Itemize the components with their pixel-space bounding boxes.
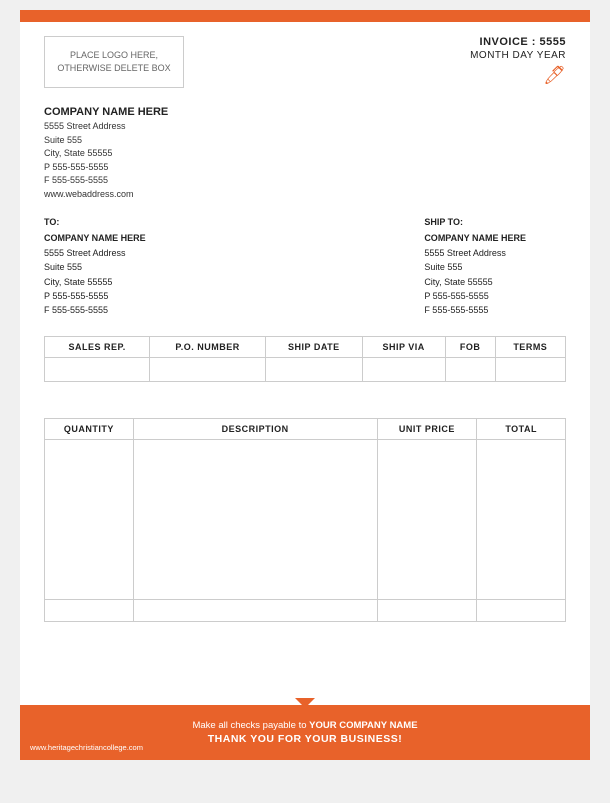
footer-company-name: YOUR COMPANY NAME — [309, 720, 417, 731]
col-terms: TERMS — [495, 336, 565, 357]
company-name: COMPANY NAME HERE — [44, 106, 566, 118]
cell-terms — [495, 357, 565, 381]
company-phone1: P 555-555-5555 — [44, 161, 566, 175]
ship-to-block: SHIP TO: COMPANY NAME HERE 5555 Street A… — [424, 215, 526, 318]
ship-to-phone2: F 555-555-5555 — [424, 303, 526, 317]
col-sales-rep: SALES REP. — [45, 336, 150, 357]
items-total-row — [45, 599, 566, 621]
col-unit-price: UNIT PRICE — [377, 418, 477, 439]
footer-thank-you: THANK YOU FOR YOUR BUSINESS! — [208, 733, 402, 745]
item-desc-1 — [133, 439, 377, 599]
ship-to-company: COMPANY NAME HERE — [424, 231, 526, 245]
top-bar — [20, 10, 590, 22]
cell-fob — [445, 357, 495, 381]
info-table: SALES REP. P.O. NUMBER SHIP DATE SHIP VI… — [44, 336, 566, 382]
items-empty-row — [45, 439, 566, 599]
cell-ship-date — [265, 357, 362, 381]
bill-to-city: City, State 55555 — [44, 275, 146, 289]
items-table: QUANTITY DESCRIPTION UNIT PRICE TOTAL — [44, 418, 566, 622]
footer-checks-label: Make all checks payable to — [192, 720, 306, 731]
cell-po-number — [150, 357, 266, 381]
bill-to-block: TO: COMPANY NAME HERE 5555 Street Addres… — [44, 215, 146, 318]
bill-to-phone1: P 555-555-5555 — [44, 289, 146, 303]
col-quantity: QUANTITY — [45, 418, 134, 439]
info-table-data-row — [45, 357, 566, 381]
ship-to-address1: 5555 Street Address — [424, 246, 526, 260]
footer-website: www.heritagechristiancollege.com — [30, 743, 143, 752]
item-price-1 — [377, 439, 477, 599]
cell-ship-via — [362, 357, 445, 381]
col-description: DESCRIPTION — [133, 418, 377, 439]
total-price-cell — [377, 599, 477, 621]
info-table-header-row: SALES REP. P.O. NUMBER SHIP DATE SHIP VI… — [45, 336, 566, 357]
col-ship-via: SHIP VIA — [362, 336, 445, 357]
bill-to-phone2: F 555-555-5555 — [44, 303, 146, 317]
billing-section: TO: COMPANY NAME HERE 5555 Street Addres… — [20, 201, 590, 318]
total-amount-cell — [477, 599, 566, 621]
ship-to-address2: Suite 555 — [424, 260, 526, 274]
company-address2: Suite 555 — [44, 134, 566, 148]
company-section: COMPANY NAME HERE 5555 Street Address Su… — [20, 88, 590, 201]
company-city: City, State 55555 — [44, 147, 566, 161]
ship-to-city: City, State 55555 — [424, 275, 526, 289]
company-phone2: F 555-555-5555 — [44, 174, 566, 188]
items-table-header-row: QUANTITY DESCRIPTION UNIT PRICE TOTAL — [45, 418, 566, 439]
col-ship-date: SHIP DATE — [265, 336, 362, 357]
invoice-info: INVOICE : 5555 MONTH DAY YEAR 🖊 — [470, 36, 566, 88]
item-total-1 — [477, 439, 566, 599]
header-section: PLACE LOGO HERE, OTHERWISE DELETE BOX IN… — [20, 22, 590, 88]
bill-to-address1: 5555 Street Address — [44, 246, 146, 260]
bill-to-label: TO: — [44, 215, 146, 229]
company-address1: 5555 Street Address — [44, 120, 566, 134]
items-table-section: QUANTITY DESCRIPTION UNIT PRICE TOTAL — [20, 400, 590, 622]
col-po-number: P.O. NUMBER — [150, 336, 266, 357]
footer-checks-text: Make all checks payable to YOUR COMPANY … — [192, 720, 417, 731]
signature-icon: 🖊 — [470, 65, 566, 86]
footer-bar: Make all checks payable to YOUR COMPANY … — [20, 705, 590, 760]
col-fob: FOB — [445, 336, 495, 357]
col-total: TOTAL — [477, 418, 566, 439]
invoice-date: MONTH DAY YEAR — [470, 50, 566, 61]
company-details: 5555 Street Address Suite 555 City, Stat… — [44, 120, 566, 201]
ship-to-label: SHIP TO: — [424, 215, 526, 229]
company-web: www.webaddress.com — [44, 188, 566, 202]
bill-to-company: COMPANY NAME HERE — [44, 231, 146, 245]
cell-sales-rep — [45, 357, 150, 381]
logo-box: PLACE LOGO HERE, OTHERWISE DELETE BOX — [44, 36, 184, 88]
invoice-number: INVOICE : 5555 — [470, 36, 566, 48]
info-table-section: SALES REP. P.O. NUMBER SHIP DATE SHIP VI… — [20, 318, 590, 382]
ship-to-phone1: P 555-555-5555 — [424, 289, 526, 303]
bill-to-address2: Suite 555 — [44, 260, 146, 274]
logo-placeholder-text: PLACE LOGO HERE, OTHERWISE DELETE BOX — [57, 49, 170, 76]
total-blank-cell — [133, 599, 377, 621]
total-label-cell — [45, 599, 134, 621]
item-qty-1 — [45, 439, 134, 599]
